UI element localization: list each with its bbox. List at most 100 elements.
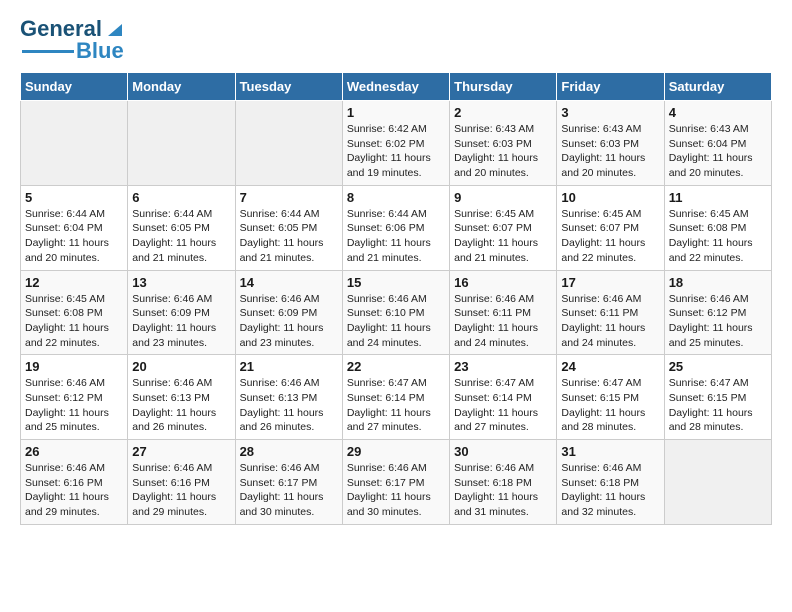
day-info: Sunrise: 6:46 AM Sunset: 6:09 PM Dayligh… — [240, 292, 338, 351]
calendar-cell: 19Sunrise: 6:46 AM Sunset: 6:12 PM Dayli… — [21, 355, 128, 440]
calendar-cell: 26Sunrise: 6:46 AM Sunset: 6:16 PM Dayli… — [21, 440, 128, 525]
calendar-cell: 24 Sunrise: 6:47 AM Sunset: 6:15 PM Dayli… — [557, 355, 664, 440]
calendar-cell: 27 Sunrise: 6:46 AM Sunset: 6:16 PM Dayli… — [128, 440, 235, 525]
day-number: 21 — [240, 359, 338, 374]
day-info: Sunrise: 6:46 AM Sunset: 6:11 PM Dayligh… — [454, 292, 552, 351]
calendar-cell: 4 Sunrise: 6:43 AM Sunset: 6:04 PM Daylig… — [664, 101, 771, 186]
page-header: General Blue — [20, 10, 772, 64]
day-number: 4 — [669, 105, 767, 120]
day-info: Sunrise: 6:43 AM Sunset: 6:03 PM Dayligh… — [454, 122, 552, 181]
day-number: 1 — [347, 105, 445, 120]
calendar-cell — [128, 101, 235, 186]
calendar-cell: 13Sunrise: 6:46 AM Sunset: 6:09 PM Dayli… — [128, 270, 235, 355]
day-info: Sunrise: 6:46 AM Sunset: 6:17 PM Dayligh… — [347, 461, 445, 520]
day-number: 22 — [347, 359, 445, 374]
day-info: Sunrise: 6:46 AM Sunset: 6:12 PM Dayligh… — [669, 292, 767, 351]
day-number: 31 — [561, 444, 659, 459]
calendar-week-1: 1 Sunrise: 6:42 AM Sunset: 6:02 PM Daylig… — [21, 101, 772, 186]
day-info: Sunrise: 6:44 AM Sunset: 6:04 PM Dayligh… — [25, 207, 123, 266]
calendar-week-5: 26 Sunrise: 6:46 AM Sunset: 6:16 PM Dayli… — [21, 440, 772, 525]
day-info: Sunrise: 6:45 AM Sunset: 6:08 PM Dayligh… — [25, 292, 123, 351]
calendar-week-2: 5 Sunrise: 6:44 AM Sunset: 6:04 PM Daylig… — [21, 185, 772, 270]
day-info: Sunrise: 6:45 AM Sunset: 6:08 PM Dayligh… — [669, 207, 767, 266]
calendar-cell: 21 Sunrise: 6:46 AM Sunset: 6:13 PM Dayli… — [235, 355, 342, 440]
day-number: 2 — [454, 105, 552, 120]
day-number: 14 — [240, 275, 338, 290]
calendar-cell — [664, 440, 771, 525]
day-number: 16 — [454, 275, 552, 290]
weekday-header-monday: Monday — [128, 73, 235, 101]
day-info: Sunrise: 6:46 AM Sunset: 6:10 PM Dayligh… — [347, 292, 445, 351]
day-number: 17 — [561, 275, 659, 290]
day-number: 10 — [561, 190, 659, 205]
calendar-cell — [21, 101, 128, 186]
weekday-header-thursday: Thursday — [450, 73, 557, 101]
calendar-cell: 12Sunrise: 6:45 AM Sunset: 6:08 PM Dayli… — [21, 270, 128, 355]
day-info: Sunrise: 6:47 AM Sunset: 6:15 PM Dayligh… — [669, 376, 767, 435]
calendar-cell: 28 Sunrise: 6:46 AM Sunset: 6:17 PM Dayli… — [235, 440, 342, 525]
day-number: 23 — [454, 359, 552, 374]
day-info: Sunrise: 6:46 AM Sunset: 6:17 PM Dayligh… — [240, 461, 338, 520]
calendar-table: SundayMondayTuesdayWednesdayThursdayFrid… — [20, 72, 772, 525]
day-info: Sunrise: 6:43 AM Sunset: 6:04 PM Dayligh… — [669, 122, 767, 181]
calendar-week-3: 12Sunrise: 6:45 AM Sunset: 6:08 PM Dayli… — [21, 270, 772, 355]
calendar-header: SundayMondayTuesdayWednesdayThursdayFrid… — [21, 73, 772, 101]
day-info: Sunrise: 6:43 AM Sunset: 6:03 PM Dayligh… — [561, 122, 659, 181]
calendar-cell: 5 Sunrise: 6:44 AM Sunset: 6:04 PM Daylig… — [21, 185, 128, 270]
calendar-cell: 30 Sunrise: 6:46 AM Sunset: 6:18 PM Dayli… — [450, 440, 557, 525]
day-number: 8 — [347, 190, 445, 205]
day-number: 15 — [347, 275, 445, 290]
day-info: Sunrise: 6:44 AM Sunset: 6:06 PM Dayligh… — [347, 207, 445, 266]
day-info: Sunrise: 6:46 AM Sunset: 6:13 PM Dayligh… — [240, 376, 338, 435]
day-info: Sunrise: 6:45 AM Sunset: 6:07 PM Dayligh… — [454, 207, 552, 266]
day-info: Sunrise: 6:46 AM Sunset: 6:13 PM Dayligh… — [132, 376, 230, 435]
day-number: 29 — [347, 444, 445, 459]
day-number: 26 — [25, 444, 123, 459]
calendar-cell: 10 Sunrise: 6:45 AM Sunset: 6:07 PM Dayli… — [557, 185, 664, 270]
calendar-cell — [235, 101, 342, 186]
day-info: Sunrise: 6:42 AM Sunset: 6:02 PM Dayligh… — [347, 122, 445, 181]
logo-blue: Blue — [76, 38, 124, 64]
day-number: 20 — [132, 359, 230, 374]
calendar-cell: 23 Sunrise: 6:47 AM Sunset: 6:14 PM Dayli… — [450, 355, 557, 440]
day-info: Sunrise: 6:46 AM Sunset: 6:18 PM Dayligh… — [561, 461, 659, 520]
day-info: Sunrise: 6:47 AM Sunset: 6:15 PM Dayligh… — [561, 376, 659, 435]
day-number: 28 — [240, 444, 338, 459]
day-info: Sunrise: 6:46 AM Sunset: 6:11 PM Dayligh… — [561, 292, 659, 351]
day-number: 13 — [132, 275, 230, 290]
calendar-cell: 2 Sunrise: 6:43 AM Sunset: 6:03 PM Daylig… — [450, 101, 557, 186]
day-info: Sunrise: 6:47 AM Sunset: 6:14 PM Dayligh… — [347, 376, 445, 435]
calendar-cell: 6Sunrise: 6:44 AM Sunset: 6:05 PM Daylig… — [128, 185, 235, 270]
day-number: 27 — [132, 444, 230, 459]
weekday-header-wednesday: Wednesday — [342, 73, 449, 101]
calendar-cell: 8 Sunrise: 6:44 AM Sunset: 6:06 PM Daylig… — [342, 185, 449, 270]
day-number: 3 — [561, 105, 659, 120]
day-number: 5 — [25, 190, 123, 205]
day-number: 30 — [454, 444, 552, 459]
calendar-cell: 18Sunrise: 6:46 AM Sunset: 6:12 PM Dayli… — [664, 270, 771, 355]
calendar-cell: 11 Sunrise: 6:45 AM Sunset: 6:08 PM Dayli… — [664, 185, 771, 270]
day-info: Sunrise: 6:47 AM Sunset: 6:14 PM Dayligh… — [454, 376, 552, 435]
weekday-header-saturday: Saturday — [664, 73, 771, 101]
day-info: Sunrise: 6:46 AM Sunset: 6:16 PM Dayligh… — [132, 461, 230, 520]
day-number: 7 — [240, 190, 338, 205]
day-number: 24 — [561, 359, 659, 374]
calendar-cell: 31 Sunrise: 6:46 AM Sunset: 6:18 PM Dayli… — [557, 440, 664, 525]
calendar-body: 1 Sunrise: 6:42 AM Sunset: 6:02 PM Daylig… — [21, 101, 772, 525]
day-number: 6 — [132, 190, 230, 205]
day-info: Sunrise: 6:46 AM Sunset: 6:12 PM Dayligh… — [25, 376, 123, 435]
calendar-cell: 17 Sunrise: 6:46 AM Sunset: 6:11 PM Dayli… — [557, 270, 664, 355]
day-info: Sunrise: 6:45 AM Sunset: 6:07 PM Dayligh… — [561, 207, 659, 266]
weekday-header-row: SundayMondayTuesdayWednesdayThursdayFrid… — [21, 73, 772, 101]
calendar-cell: 29 Sunrise: 6:46 AM Sunset: 6:17 PM Dayli… — [342, 440, 449, 525]
calendar-cell: 25 Sunrise: 6:47 AM Sunset: 6:15 PM Dayli… — [664, 355, 771, 440]
weekday-header-sunday: Sunday — [21, 73, 128, 101]
calendar-week-4: 19Sunrise: 6:46 AM Sunset: 6:12 PM Dayli… — [21, 355, 772, 440]
weekday-header-tuesday: Tuesday — [235, 73, 342, 101]
day-number: 25 — [669, 359, 767, 374]
day-info: Sunrise: 6:46 AM Sunset: 6:18 PM Dayligh… — [454, 461, 552, 520]
day-number: 11 — [669, 190, 767, 205]
calendar-cell: 1 Sunrise: 6:42 AM Sunset: 6:02 PM Daylig… — [342, 101, 449, 186]
calendar-cell: 16 Sunrise: 6:46 AM Sunset: 6:11 PM Dayli… — [450, 270, 557, 355]
calendar-cell: 9Sunrise: 6:45 AM Sunset: 6:07 PM Daylig… — [450, 185, 557, 270]
